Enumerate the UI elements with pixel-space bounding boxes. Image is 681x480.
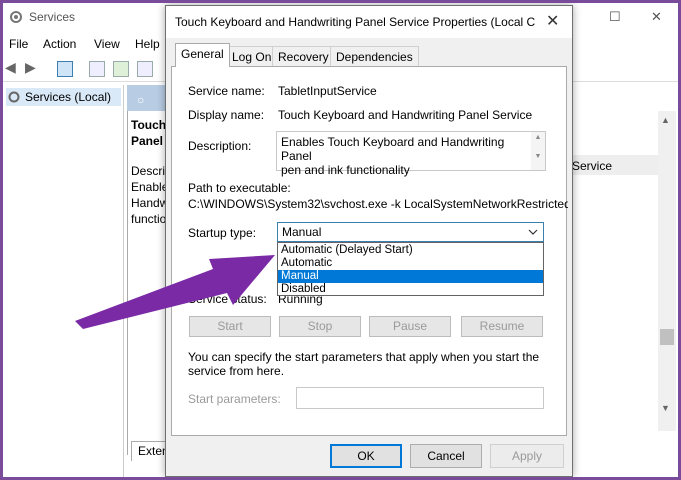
params-hint: You can specify the start parameters tha… [188,350,540,378]
path-value: C:\WINDOWS\System32\svchost.exe -k Local… [188,197,568,211]
screenshot-frame: Services ☐ ✕ File Action View Help ◀ ▶ S… [3,3,678,477]
console-tree-button[interactable] [57,61,73,77]
tab-log-on[interactable]: Log On [226,46,278,66]
service-name-value: TabletInputService [278,84,377,98]
tab-general[interactable]: General [175,43,230,67]
option-automatic-delayed[interactable]: Automatic (Delayed Start) [278,244,543,257]
dialog-title: Touch Keyboard and Handwriting Panel Ser… [175,15,535,29]
services-window-title: Services [29,10,76,24]
pane-desc-line: Enable [131,180,169,194]
start-parameters-input[interactable] [296,387,544,409]
menu-file[interactable]: File [9,37,28,51]
service-name-label: Service name: [188,84,265,98]
description-scrollbar[interactable]: ▲ ▼ [531,132,545,170]
resume-button[interactable]: Resume [461,316,543,337]
scrollbar-thumb[interactable] [660,329,674,345]
pane-desc-line: functio [131,212,167,226]
pane-description: Touch Panel Descri Enable Handw functio [131,117,168,227]
tab-recovery[interactable]: Recovery [272,46,335,66]
service-column-text: Service [572,159,613,173]
apply-button[interactable]: Apply [490,444,564,468]
forward-icon[interactable]: ▶ [25,59,36,76]
tree-item-label: Services (Local) [25,90,112,104]
services-icon [10,11,22,23]
menu-action[interactable]: Action [43,37,76,51]
refresh-button[interactable] [113,61,129,77]
chevron-down-icon [528,229,538,235]
tab-dependencies[interactable]: Dependencies [330,46,419,66]
properties-button[interactable] [89,61,105,77]
close-icon[interactable]: ✕ [651,9,662,25]
scroll-down-icon[interactable]: ▼ [661,403,670,413]
pane-title-line: Touch [131,118,167,132]
option-disabled[interactable]: Disabled [278,283,543,296]
description-line: Enables Touch Keyboard and Handwriting P… [281,135,505,163]
export-button[interactable] [137,61,153,77]
start-parameters-label: Start parameters: [188,392,281,406]
scroll-down-icon[interactable]: ▼ [531,153,545,160]
description-line: pen and ink functionality [281,163,410,177]
option-manual[interactable]: Manual [278,270,543,283]
scroll-up-icon[interactable]: ▲ [661,115,670,125]
pane-desc-line: Handw [131,196,169,210]
search-icon: ○ [137,93,145,107]
description-label: Description: [188,139,252,153]
services-icon [8,91,20,103]
option-automatic[interactable]: Automatic [278,257,543,270]
annotation-arrow-icon [75,255,275,329]
pane-header [127,85,167,111]
startup-type-select[interactable]: Manual [277,222,544,242]
menu-view[interactable]: View [94,37,120,51]
path-label: Path to executable: [188,181,291,195]
pause-button[interactable]: Pause [369,316,451,337]
menu-help[interactable]: Help [135,37,160,51]
vertical-scrollbar[interactable] [658,111,676,431]
display-name-label: Display name: [188,108,265,122]
description-text: Enables Touch Keyboard and Handwriting P… [281,135,521,177]
description-textbox[interactable]: Enables Touch Keyboard and Handwriting P… [276,131,546,177]
startup-type-dropdown: Automatic (Delayed Start) Automatic Manu… [277,242,544,296]
close-icon[interactable]: ✕ [546,11,559,31]
scroll-up-icon[interactable]: ▲ [531,134,545,141]
pane-title-line: Panel [131,134,164,148]
ok-button[interactable]: OK [330,444,402,468]
maximize-icon[interactable]: ☐ [609,9,621,25]
back-icon[interactable]: ◀ [5,59,16,76]
pane-desc-line: Descri [131,164,166,178]
cancel-button[interactable]: Cancel [410,444,482,468]
display-name-value: Touch Keyboard and Handwriting Panel Ser… [278,108,533,122]
